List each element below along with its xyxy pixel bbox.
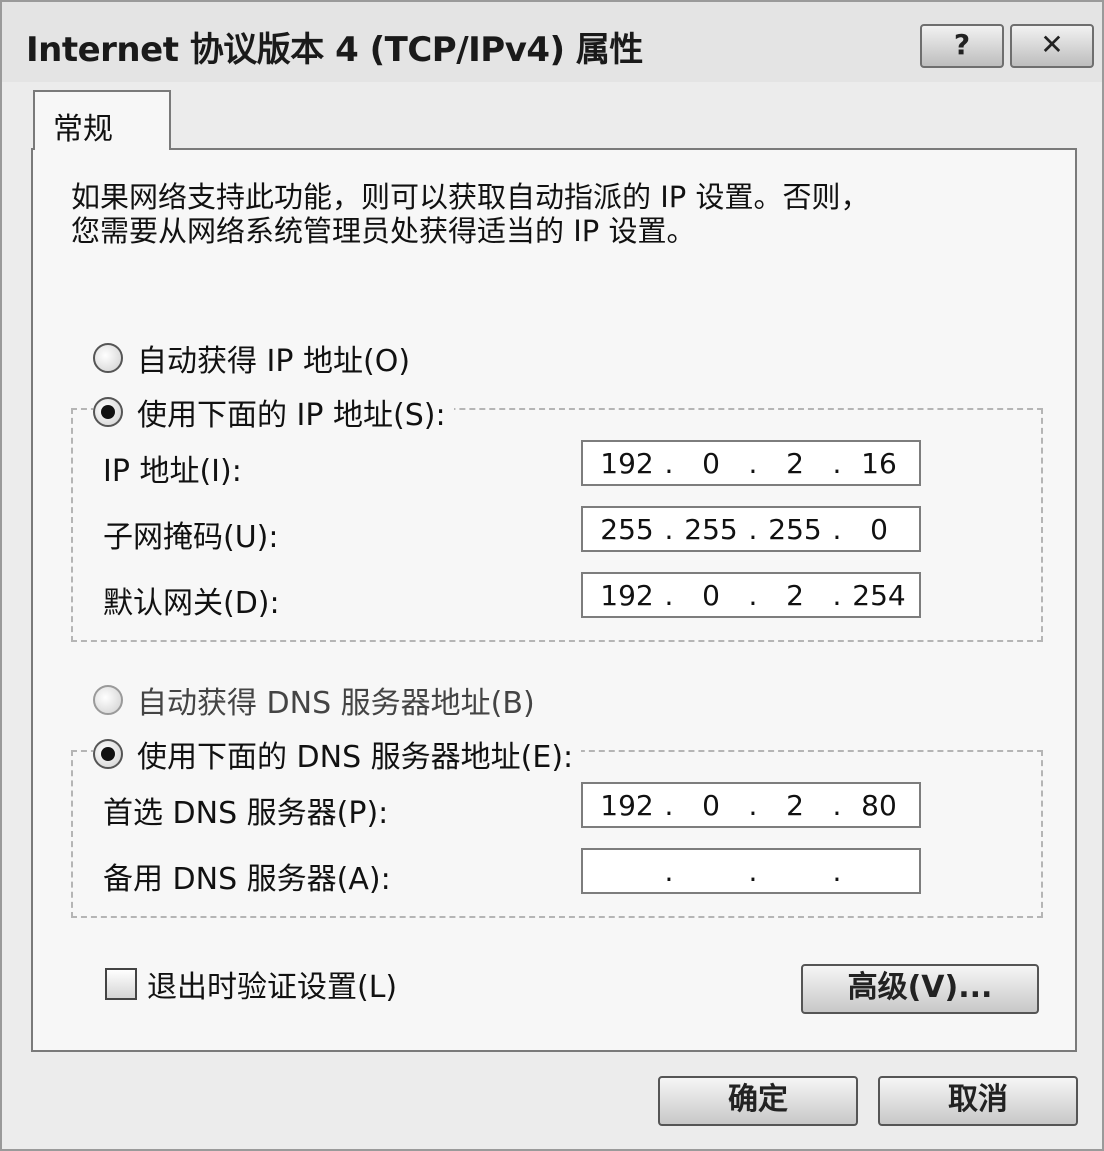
ip-address-input[interactable]: 192. 0. 2. 16 xyxy=(581,440,921,486)
octet-dot: . xyxy=(748,788,758,822)
validate-on-exit-row[interactable]: 退出时验证设置(L) xyxy=(105,962,397,1006)
manual-ip-radio[interactable] xyxy=(93,397,123,427)
description-line-2: 您需要从网络系统管理员处获得适当的 IP 设置。 xyxy=(71,214,696,248)
octet-2[interactable]: 255 xyxy=(675,513,747,546)
help-button[interactable]: ? xyxy=(920,24,1004,68)
octet-4[interactable]: 80 xyxy=(843,789,915,822)
octet-dot: . xyxy=(664,854,674,888)
auto-dns-radio[interactable] xyxy=(93,685,123,715)
default-gateway-label: 默认网关(D): xyxy=(103,586,280,621)
manual-dns-radio-row[interactable]: 使用下面的 DNS 服务器地址(E): xyxy=(93,732,582,776)
advanced-button[interactable]: 高级(V)... xyxy=(801,964,1039,1014)
octet-4[interactable]: 254 xyxy=(843,579,915,612)
octet-dot: . xyxy=(664,578,674,612)
preferred-dns-label: 首选 DNS 服务器(P): xyxy=(103,796,389,831)
octet-dot: . xyxy=(832,854,842,888)
octet-dot: . xyxy=(748,446,758,480)
octet-dot: . xyxy=(748,854,758,888)
octet-dot: . xyxy=(832,446,842,480)
subnet-mask-label: 子网掩码(U): xyxy=(103,520,279,555)
octet-3[interactable]: 255 xyxy=(759,513,831,546)
close-button[interactable]: ✕ xyxy=(1010,24,1094,68)
window-title: Internet 协议版本 4 (TCP/IPv4) 属性 xyxy=(26,30,643,70)
close-icon: ✕ xyxy=(1040,28,1064,61)
octet-dot: . xyxy=(748,512,758,546)
title-bar[interactable]: Internet 协议版本 4 (TCP/IPv4) 属性 ? ✕ xyxy=(2,2,1102,82)
auto-ip-radio[interactable] xyxy=(93,343,123,373)
validate-on-exit-label: 退出时验证设置(L) xyxy=(147,970,398,1005)
radio-selected-dot xyxy=(101,405,115,419)
general-panel: 如果网络支持此功能，则可以获取自动指派的 IP 设置。否则， 您需要从网络系统管… xyxy=(31,148,1077,1052)
help-icon: ? xyxy=(953,28,971,61)
description-line-1: 如果网络支持此功能，则可以获取自动指派的 IP 设置。否则， xyxy=(71,180,870,214)
octet-2[interactable]: 0 xyxy=(675,447,747,480)
auto-ip-label: 自动获得 IP 地址(O) xyxy=(137,344,411,379)
ok-button[interactable]: 确定 xyxy=(658,1076,858,1126)
octet-2[interactable]: 0 xyxy=(675,579,747,612)
octet-dot: . xyxy=(832,578,842,612)
octet-dot: . xyxy=(664,512,674,546)
radio-selected-dot xyxy=(101,747,115,761)
octet-4[interactable]: 0 xyxy=(843,513,915,546)
octet-4[interactable]: 16 xyxy=(843,447,915,480)
description-text: 如果网络支持此功能，则可以获取自动指派的 IP 设置。否则， 您需要从网络系统管… xyxy=(71,180,1031,248)
octet-2[interactable]: 0 xyxy=(675,789,747,822)
octet-dot: . xyxy=(664,788,674,822)
auto-dns-radio-row[interactable]: 自动获得 DNS 服务器地址(B) xyxy=(93,678,543,722)
octet-dot: . xyxy=(664,446,674,480)
octet-1[interactable]: 192 xyxy=(591,579,663,612)
alternate-dns-input[interactable]: . . . xyxy=(581,848,921,894)
octet-3[interactable]: 2 xyxy=(759,447,831,480)
default-gateway-input[interactable]: 192. 0. 2. 254 xyxy=(581,572,921,618)
octet-3[interactable]: 2 xyxy=(759,789,831,822)
tab-general[interactable]: 常规 xyxy=(33,90,171,150)
octet-3[interactable]: 2 xyxy=(759,579,831,612)
auto-ip-radio-row[interactable]: 自动获得 IP 地址(O) xyxy=(93,336,419,380)
octet-1[interactable]: 192 xyxy=(591,447,663,480)
octet-1[interactable]: 255 xyxy=(591,513,663,546)
octet-dot: . xyxy=(832,788,842,822)
preferred-dns-input[interactable]: 192. 0. 2. 80 xyxy=(581,782,921,828)
ip-address-label: IP 地址(I): xyxy=(103,454,242,489)
manual-ip-label: 使用下面的 IP 地址(S): xyxy=(137,398,446,433)
cancel-button[interactable]: 取消 xyxy=(878,1076,1078,1126)
manual-dns-label: 使用下面的 DNS 服务器地址(E): xyxy=(137,740,574,775)
alternate-dns-label: 备用 DNS 服务器(A): xyxy=(103,862,391,897)
validate-on-exit-checkbox[interactable] xyxy=(105,968,137,1000)
octet-1[interactable]: 192 xyxy=(591,789,663,822)
octet-dot: . xyxy=(748,578,758,612)
auto-dns-label: 自动获得 DNS 服务器地址(B) xyxy=(137,686,535,721)
manual-dns-radio[interactable] xyxy=(93,739,123,769)
subnet-mask-input[interactable]: 255. 255. 255. 0 xyxy=(581,506,921,552)
tcpip-properties-dialog: Internet 协议版本 4 (TCP/IPv4) 属性 ? ✕ 常规 如果网… xyxy=(0,0,1104,1151)
manual-ip-radio-row[interactable]: 使用下面的 IP 地址(S): xyxy=(93,390,454,434)
octet-dot: . xyxy=(832,512,842,546)
